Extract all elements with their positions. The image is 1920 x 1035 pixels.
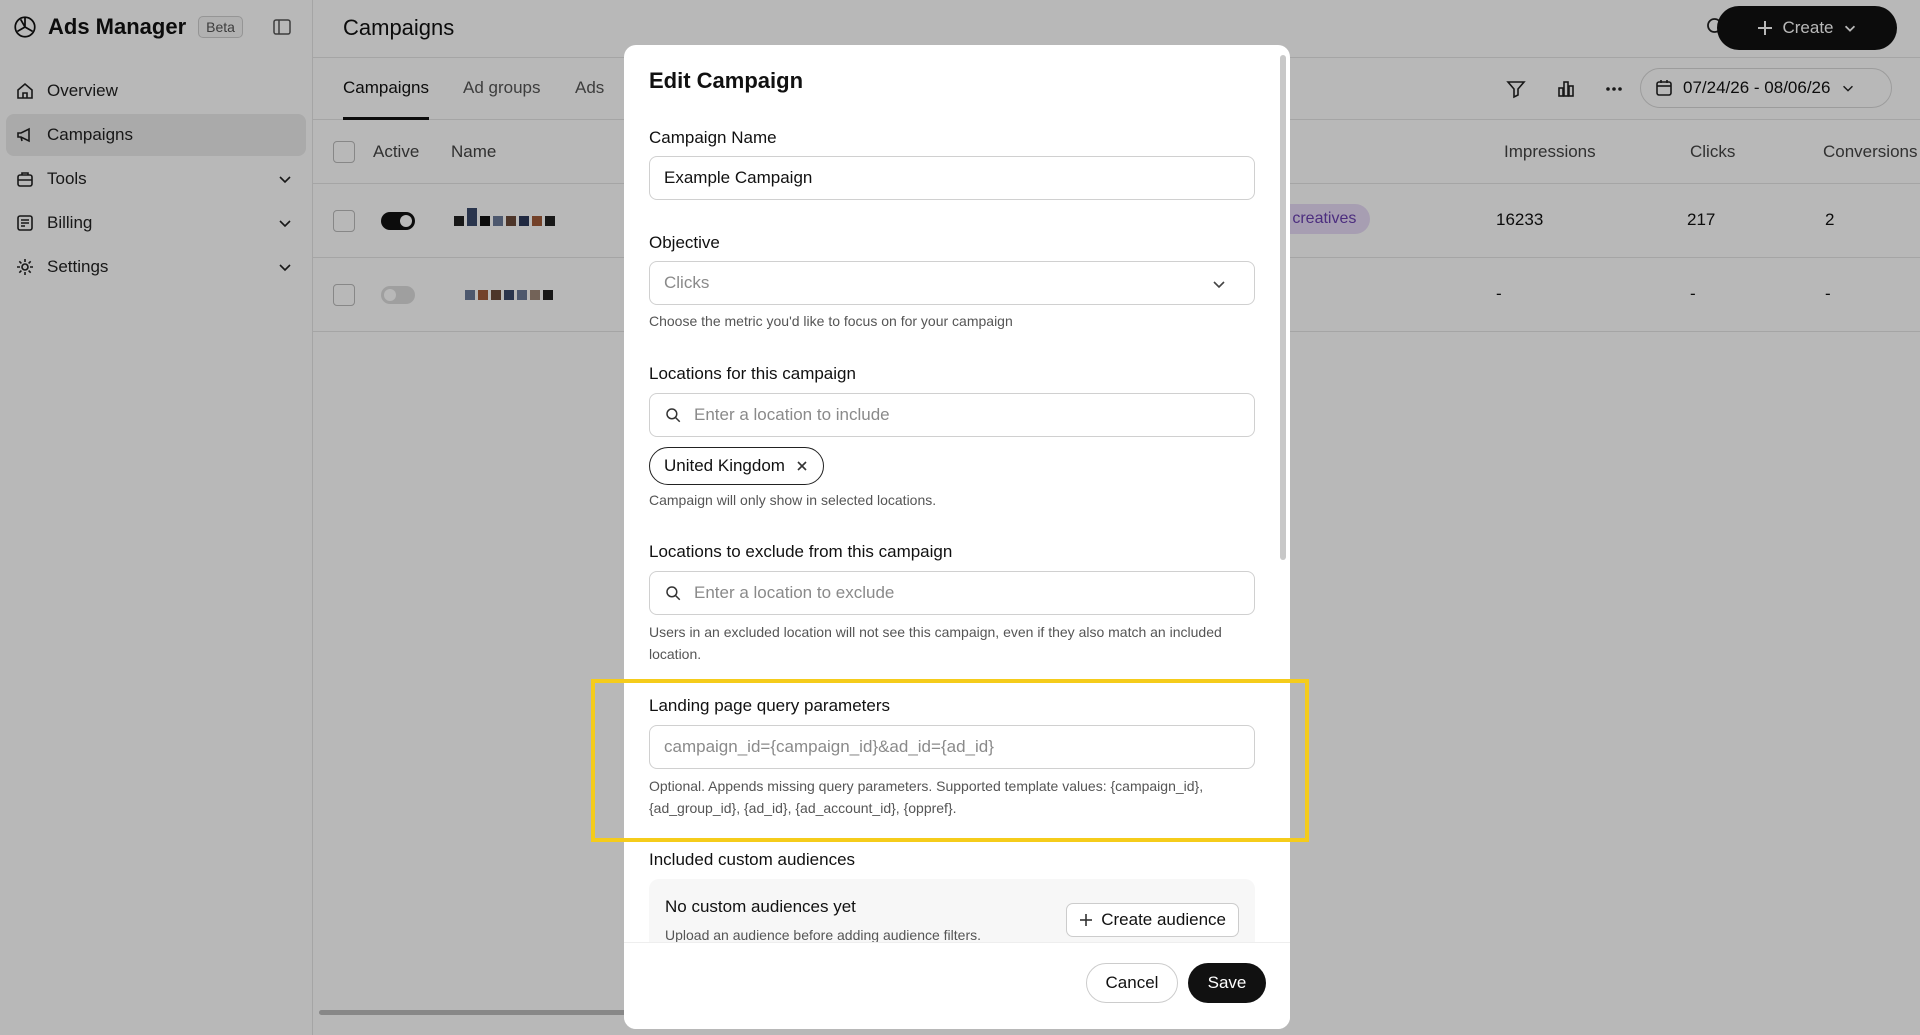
campaign-name-value: Example Campaign [664,168,813,187]
locations-exclude-help: Users in an excluded location will not s… [649,624,1222,662]
modal-footer: Cancel Save [624,942,1290,1029]
objective-select[interactable]: Clicks [649,261,1255,305]
search-icon [666,586,681,601]
modal-title: Edit Campaign [649,68,804,93]
audiences-empty-title: No custom audiences yet [665,897,856,916]
highlight-box [591,679,1309,842]
location-chip: United Kingdom [649,447,824,485]
save-button[interactable]: Save [1188,963,1266,1003]
audiences-empty-subtitle: Upload an audience before adding audienc… [665,927,982,943]
objective-label: Objective [649,233,720,252]
audiences-label: Included custom audiences [649,850,856,869]
campaign-name-input[interactable]: Example Campaign [649,156,1255,200]
chevron-down-icon [1213,281,1225,289]
campaign-name-label: Campaign Name [649,128,777,147]
locations-include-help: Campaign will only show in selected loca… [649,492,937,508]
objective-value: Clicks [664,273,710,292]
modal-scrollbar[interactable] [1280,55,1286,560]
locations-exclude-input[interactable]: Enter a location to exclude [649,571,1255,615]
plus-icon [1080,914,1093,926]
locations-exclude-placeholder: Enter a location to exclude [694,583,895,602]
close-icon[interactable] [795,459,809,473]
locations-include-label: Locations for this campaign [649,364,856,383]
objective-help: Choose the metric you'd like to focus on… [649,313,1013,329]
location-chip-label: United Kingdom [664,456,785,475]
cancel-button[interactable]: Cancel [1086,963,1178,1003]
edit-campaign-modal: Edit Campaign Campaign Name Example Camp… [624,45,1290,1029]
locations-include-placeholder: Enter a location to include [694,405,890,424]
create-audience-label: Create audience [1101,910,1226,929]
create-audience-button[interactable]: Create audience [1066,903,1239,937]
locations-include-input[interactable]: Enter a location to include [649,393,1255,437]
search-icon [666,408,681,423]
locations-exclude-label: Locations to exclude from this campaign [649,542,953,561]
